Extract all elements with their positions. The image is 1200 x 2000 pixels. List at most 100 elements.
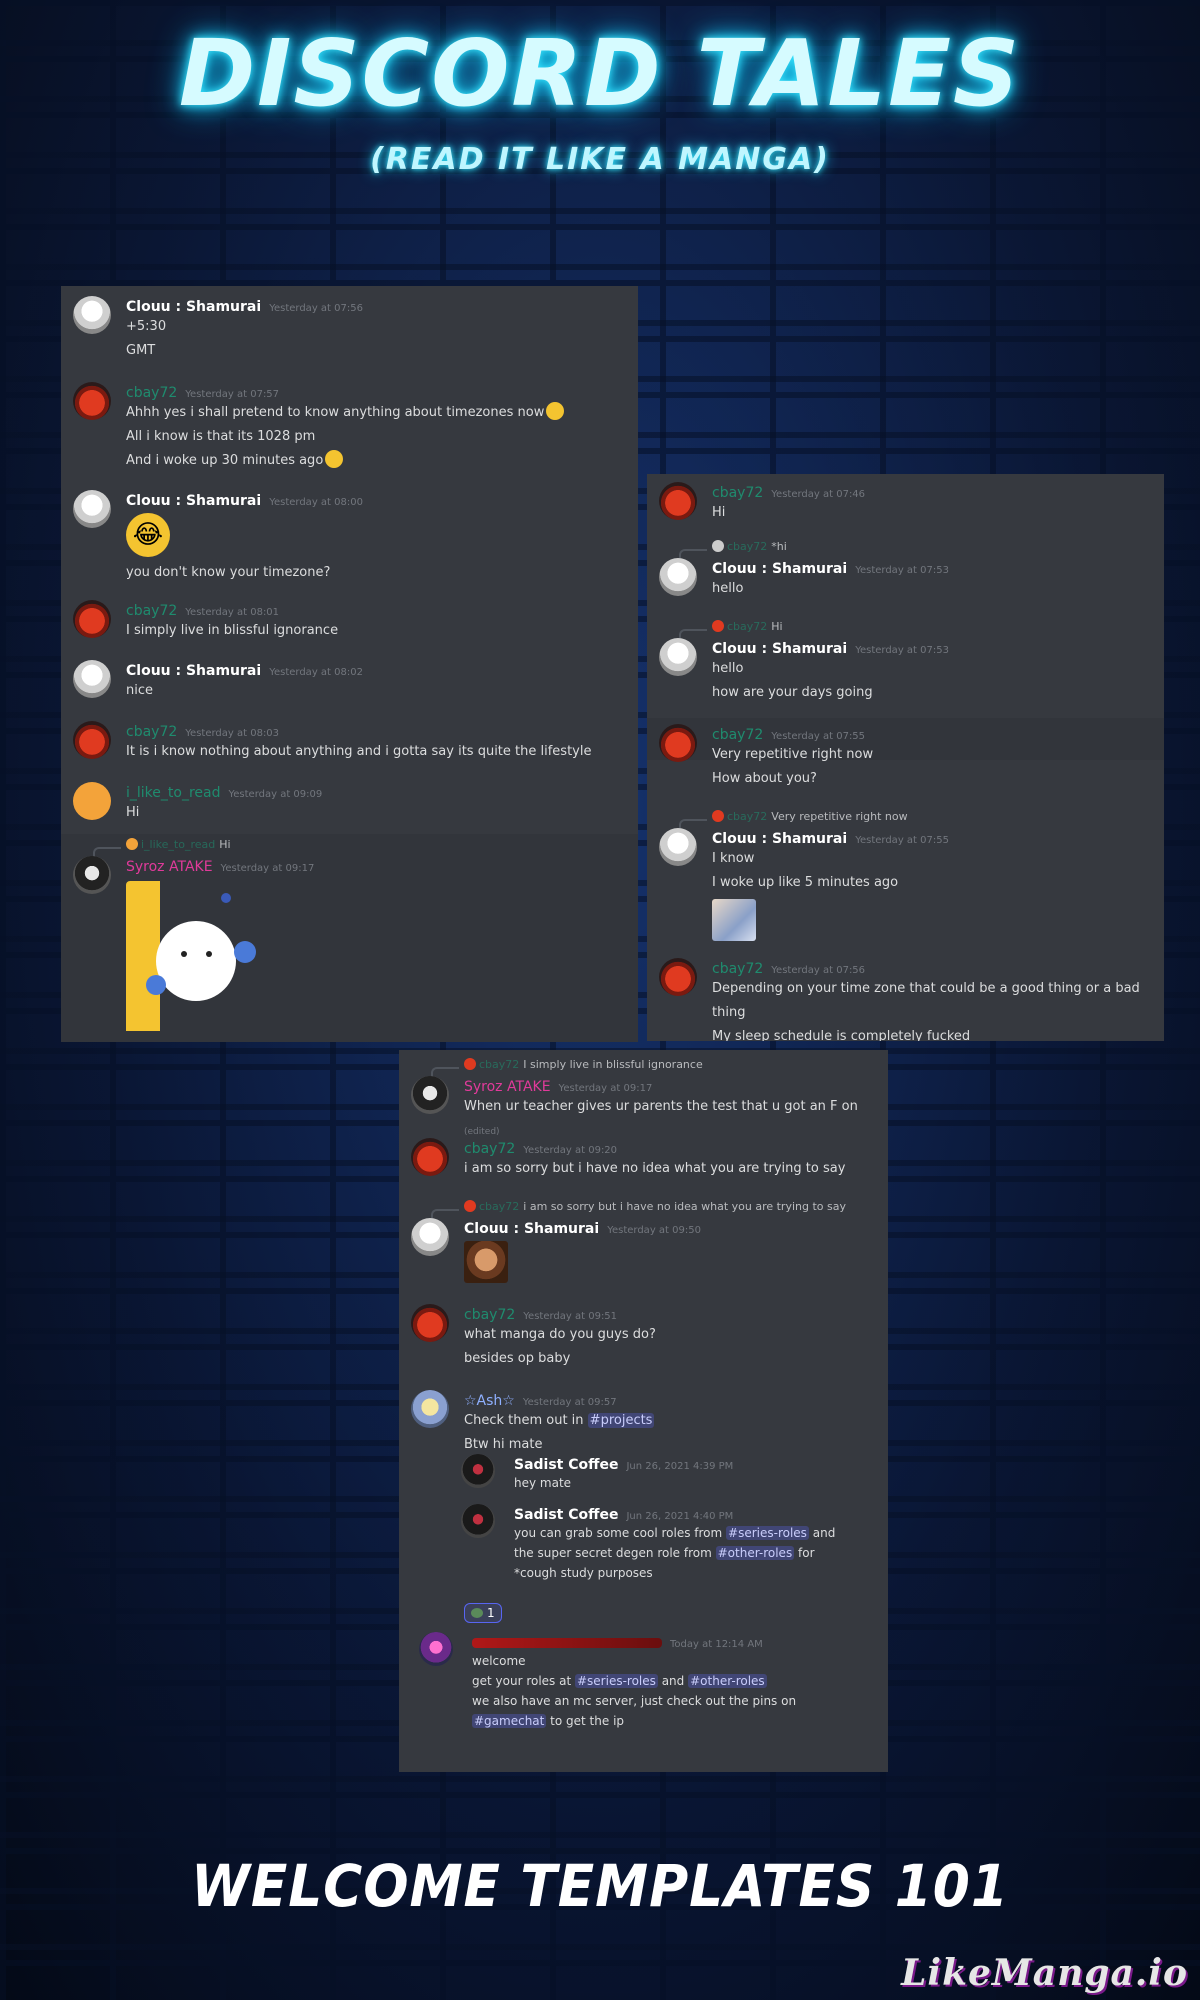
sticker-antenna: [221, 893, 231, 903]
avatar[interactable]: [73, 296, 111, 334]
message-text: besides op baby: [464, 1351, 571, 1366]
author-name[interactable]: Clouu : Shamurai: [712, 641, 847, 657]
author-name[interactable]: cbay72: [712, 961, 763, 977]
timestamp: Yesterday at 07:46: [771, 489, 866, 500]
author-name[interactable]: Sadist Coffee: [514, 1457, 618, 1473]
reply-preview[interactable]: cbay72 Very repetitive right now: [647, 810, 1164, 830]
message-text: Hi: [126, 805, 140, 820]
avatar[interactable]: [461, 1504, 495, 1538]
footer-title: WELCOME TEMPLATES 101: [191, 1852, 1009, 1920]
timestamp: Yesterday at 07:55: [855, 835, 949, 846]
author-name[interactable]: Clouu : Shamurai: [126, 493, 261, 509]
discord-logo-icon[interactable]: [73, 782, 111, 820]
reply-avatar: [712, 540, 724, 552]
avatar[interactable]: [659, 958, 697, 996]
author-name[interactable]: Clouu : Shamurai: [126, 663, 261, 679]
timestamp: Yesterday at 08:01: [185, 607, 280, 618]
sticker-door: [126, 881, 160, 1031]
message-text: you can grab some cool roles from #serie…: [514, 1523, 888, 1543]
message: cbay72 Yesterday at 08:01 I simply live i…: [61, 600, 638, 660]
author-name[interactable]: cbay72: [126, 603, 177, 619]
chat-panel-1: Clouu : Shamurai Yesterday at 07:56 +5:30…: [61, 286, 638, 1042]
author-name[interactable]: cbay72: [126, 724, 177, 740]
timestamp: Yesterday at 09:17: [220, 863, 315, 874]
author-name[interactable]: cbay72: [464, 1141, 515, 1157]
avatar[interactable]: [411, 1218, 449, 1256]
avatar[interactable]: [411, 1076, 449, 1114]
author-name[interactable]: cbay72: [712, 485, 763, 501]
channel-mention[interactable]: #gamechat: [472, 1714, 547, 1728]
message: Clouu : Shamurai Yesterday at 08:00 😂 you…: [61, 490, 638, 600]
author-name[interactable]: cbay72: [464, 1307, 515, 1323]
timestamp: Yesterday at 09:17: [558, 1083, 653, 1094]
reply-author: cbay72: [479, 1200, 520, 1213]
message: Syroz ATAKE Yesterday at 09:17 When ur te…: [399, 1076, 888, 1138]
message-text-span: And i woke up 30 minutes ago: [126, 453, 324, 468]
author-name[interactable]: ☆Ash☆: [464, 1393, 515, 1409]
channel-mention[interactable]: #series-roles: [574, 1674, 658, 1688]
reaction-button[interactable]: 1: [464, 1603, 502, 1623]
author-name[interactable]: Clouu : Shamurai: [712, 561, 847, 577]
message-text-span: the super secret degen role from: [514, 1546, 716, 1560]
timestamp: Yesterday at 07:57: [185, 389, 280, 400]
avatar[interactable]: [73, 600, 111, 638]
timestamp: Jun 26, 2021 4:40 PM: [626, 1511, 734, 1522]
author-name[interactable]: Clouu : Shamurai: [464, 1221, 599, 1237]
message-text: get your roles at #series-roles and #oth…: [472, 1671, 888, 1691]
avatar[interactable]: [73, 721, 111, 759]
message: Clouu : Shamurai Yesterday at 07:56 +5:30…: [61, 296, 638, 382]
message: Clouu : Shamurai Yesterday at 07:55 I kno…: [647, 828, 1164, 958]
message-text-span: and: [657, 1674, 689, 1688]
channel-mention[interactable]: #other-roles: [688, 1674, 767, 1688]
reply-author: cbay72: [727, 540, 768, 553]
reply-preview[interactable]: cbay72 Hi: [647, 620, 1164, 640]
reply-text: Hi: [219, 838, 231, 851]
author-name[interactable]: cbay72: [712, 727, 763, 743]
reply-preview[interactable]: cbay72 i am so sorry but i have no idea w…: [399, 1200, 888, 1220]
avatar[interactable]: [659, 828, 697, 866]
avatar[interactable]: [419, 1632, 453, 1666]
message-text: *cough study purposes: [514, 1566, 653, 1580]
message-text: you don't know your timezone?: [126, 565, 331, 580]
avatar[interactable]: [411, 1390, 449, 1428]
message-text: we also have an mc server, just check ou…: [472, 1694, 797, 1708]
message-text: How about you?: [712, 771, 817, 786]
author-name[interactable]: Syroz ATAKE: [126, 859, 213, 875]
author-name[interactable]: i_like_to_read: [126, 785, 220, 801]
message: i_like_to_read Yesterday at 09:09 Hi: [61, 782, 638, 834]
avatar[interactable]: [659, 638, 697, 676]
image-attachment[interactable]: [464, 1241, 508, 1283]
message-text-span: for: [794, 1546, 815, 1560]
channel-mention[interactable]: #series-roles: [726, 1526, 809, 1540]
avatar[interactable]: [659, 558, 697, 596]
reply-preview[interactable]: cbay72 I simply live in blissful ignoranc…: [399, 1058, 888, 1078]
reply-preview[interactable]: cbay72 *hi: [647, 540, 1164, 560]
avatar[interactable]: [659, 724, 697, 762]
reply-author: i_like_to_read: [141, 838, 216, 851]
sticker-hand: [146, 975, 166, 995]
avatar[interactable]: [411, 1304, 449, 1342]
message-text: I simply live in blissful ignorance: [126, 623, 339, 638]
page-subtitle: (READ IT LIKE A MANGA): [370, 142, 830, 177]
author-name[interactable]: Sadist Coffee: [514, 1507, 618, 1523]
author-name[interactable]: cbay72: [126, 385, 177, 401]
message-text-span: Check them out in: [464, 1413, 588, 1428]
avatar[interactable]: [411, 1138, 449, 1176]
message: Sadist Coffee Jun 26, 2021 4:40 PM you ca…: [449, 1504, 888, 1596]
reply-author: cbay72: [479, 1058, 520, 1071]
channel-mention[interactable]: #projects: [587, 1413, 655, 1428]
author-name[interactable]: Clouu : Shamurai: [712, 831, 847, 847]
image-attachment[interactable]: [712, 899, 756, 941]
avatar[interactable]: [73, 660, 111, 698]
author-name[interactable]: Clouu : Shamurai: [126, 299, 261, 315]
channel-mention[interactable]: #other-roles: [715, 1546, 795, 1560]
message: cbay72 Yesterday at 07:55 Very repetitive…: [647, 718, 1164, 810]
author-name[interactable]: Syroz ATAKE: [464, 1079, 551, 1095]
reply-preview[interactable]: i_like_to_read Hi: [61, 838, 638, 858]
avatar[interactable]: [73, 490, 111, 528]
avatar[interactable]: [73, 382, 111, 420]
avatar[interactable]: [461, 1454, 495, 1488]
avatar[interactable]: [73, 856, 111, 894]
message: cbay72 Yesterday at 07:46 Hi: [647, 482, 1164, 540]
avatar[interactable]: [659, 482, 697, 520]
